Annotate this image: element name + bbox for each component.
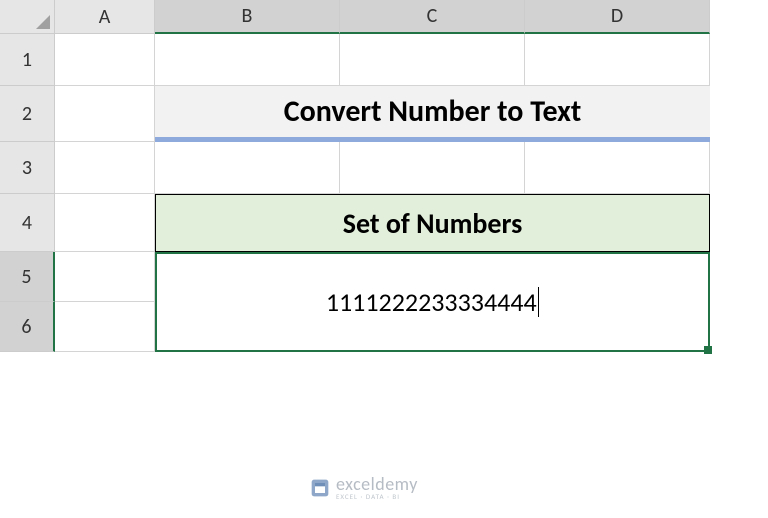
column-headers: ABCD: [55, 0, 710, 34]
cell-b1[interactable]: [155, 34, 340, 86]
column-header-c[interactable]: C: [340, 0, 525, 34]
row-headers: 123456: [0, 34, 55, 352]
cell-c3[interactable]: [340, 142, 525, 194]
set-header-text: Set of Numbers: [343, 206, 523, 241]
row-header-6[interactable]: 6: [0, 302, 55, 352]
cell-a1[interactable]: [55, 34, 155, 86]
row-header-3[interactable]: 3: [0, 142, 55, 194]
editing-cell[interactable]: 1111222233334444: [155, 252, 710, 352]
watermark-logo-icon: [310, 478, 330, 498]
editing-cell-value: 1111222233334444: [326, 286, 539, 318]
spreadsheet: ABCD 123456 Convert Number to Text Set o…: [0, 0, 768, 518]
cell-a5[interactable]: [55, 252, 155, 302]
column-header-b[interactable]: B: [155, 0, 340, 34]
watermark-tagline: EXCEL · DATA · BI: [336, 493, 418, 500]
row-header-5[interactable]: 5: [0, 252, 55, 302]
title-text: Convert Number to Text: [284, 93, 582, 130]
cell-a6[interactable]: [55, 302, 155, 352]
row-header-1[interactable]: 1: [0, 34, 55, 86]
cell-d1[interactable]: [525, 34, 710, 86]
cell-b3[interactable]: [155, 142, 340, 194]
title-cell[interactable]: Convert Number to Text: [155, 86, 710, 142]
cell-a2[interactable]: [55, 86, 155, 142]
column-header-d[interactable]: D: [525, 0, 710, 34]
watermark-brand: exceldemy: [336, 475, 418, 493]
editing-value-text: 1111222233334444: [326, 286, 537, 318]
text-caret: [538, 287, 540, 317]
cell-c1[interactable]: [340, 34, 525, 86]
row-header-2[interactable]: 2: [0, 86, 55, 142]
column-header-a[interactable]: A: [55, 0, 155, 34]
select-all-corner[interactable]: [0, 0, 55, 34]
cell-d3[interactable]: [525, 142, 710, 194]
cell-a4[interactable]: [55, 194, 155, 252]
cell-a3[interactable]: [55, 142, 155, 194]
row-header-4[interactable]: 4: [0, 194, 55, 252]
set-header-cell[interactable]: Set of Numbers: [155, 194, 710, 252]
watermark: exceldemy EXCEL · DATA · BI: [310, 475, 418, 500]
